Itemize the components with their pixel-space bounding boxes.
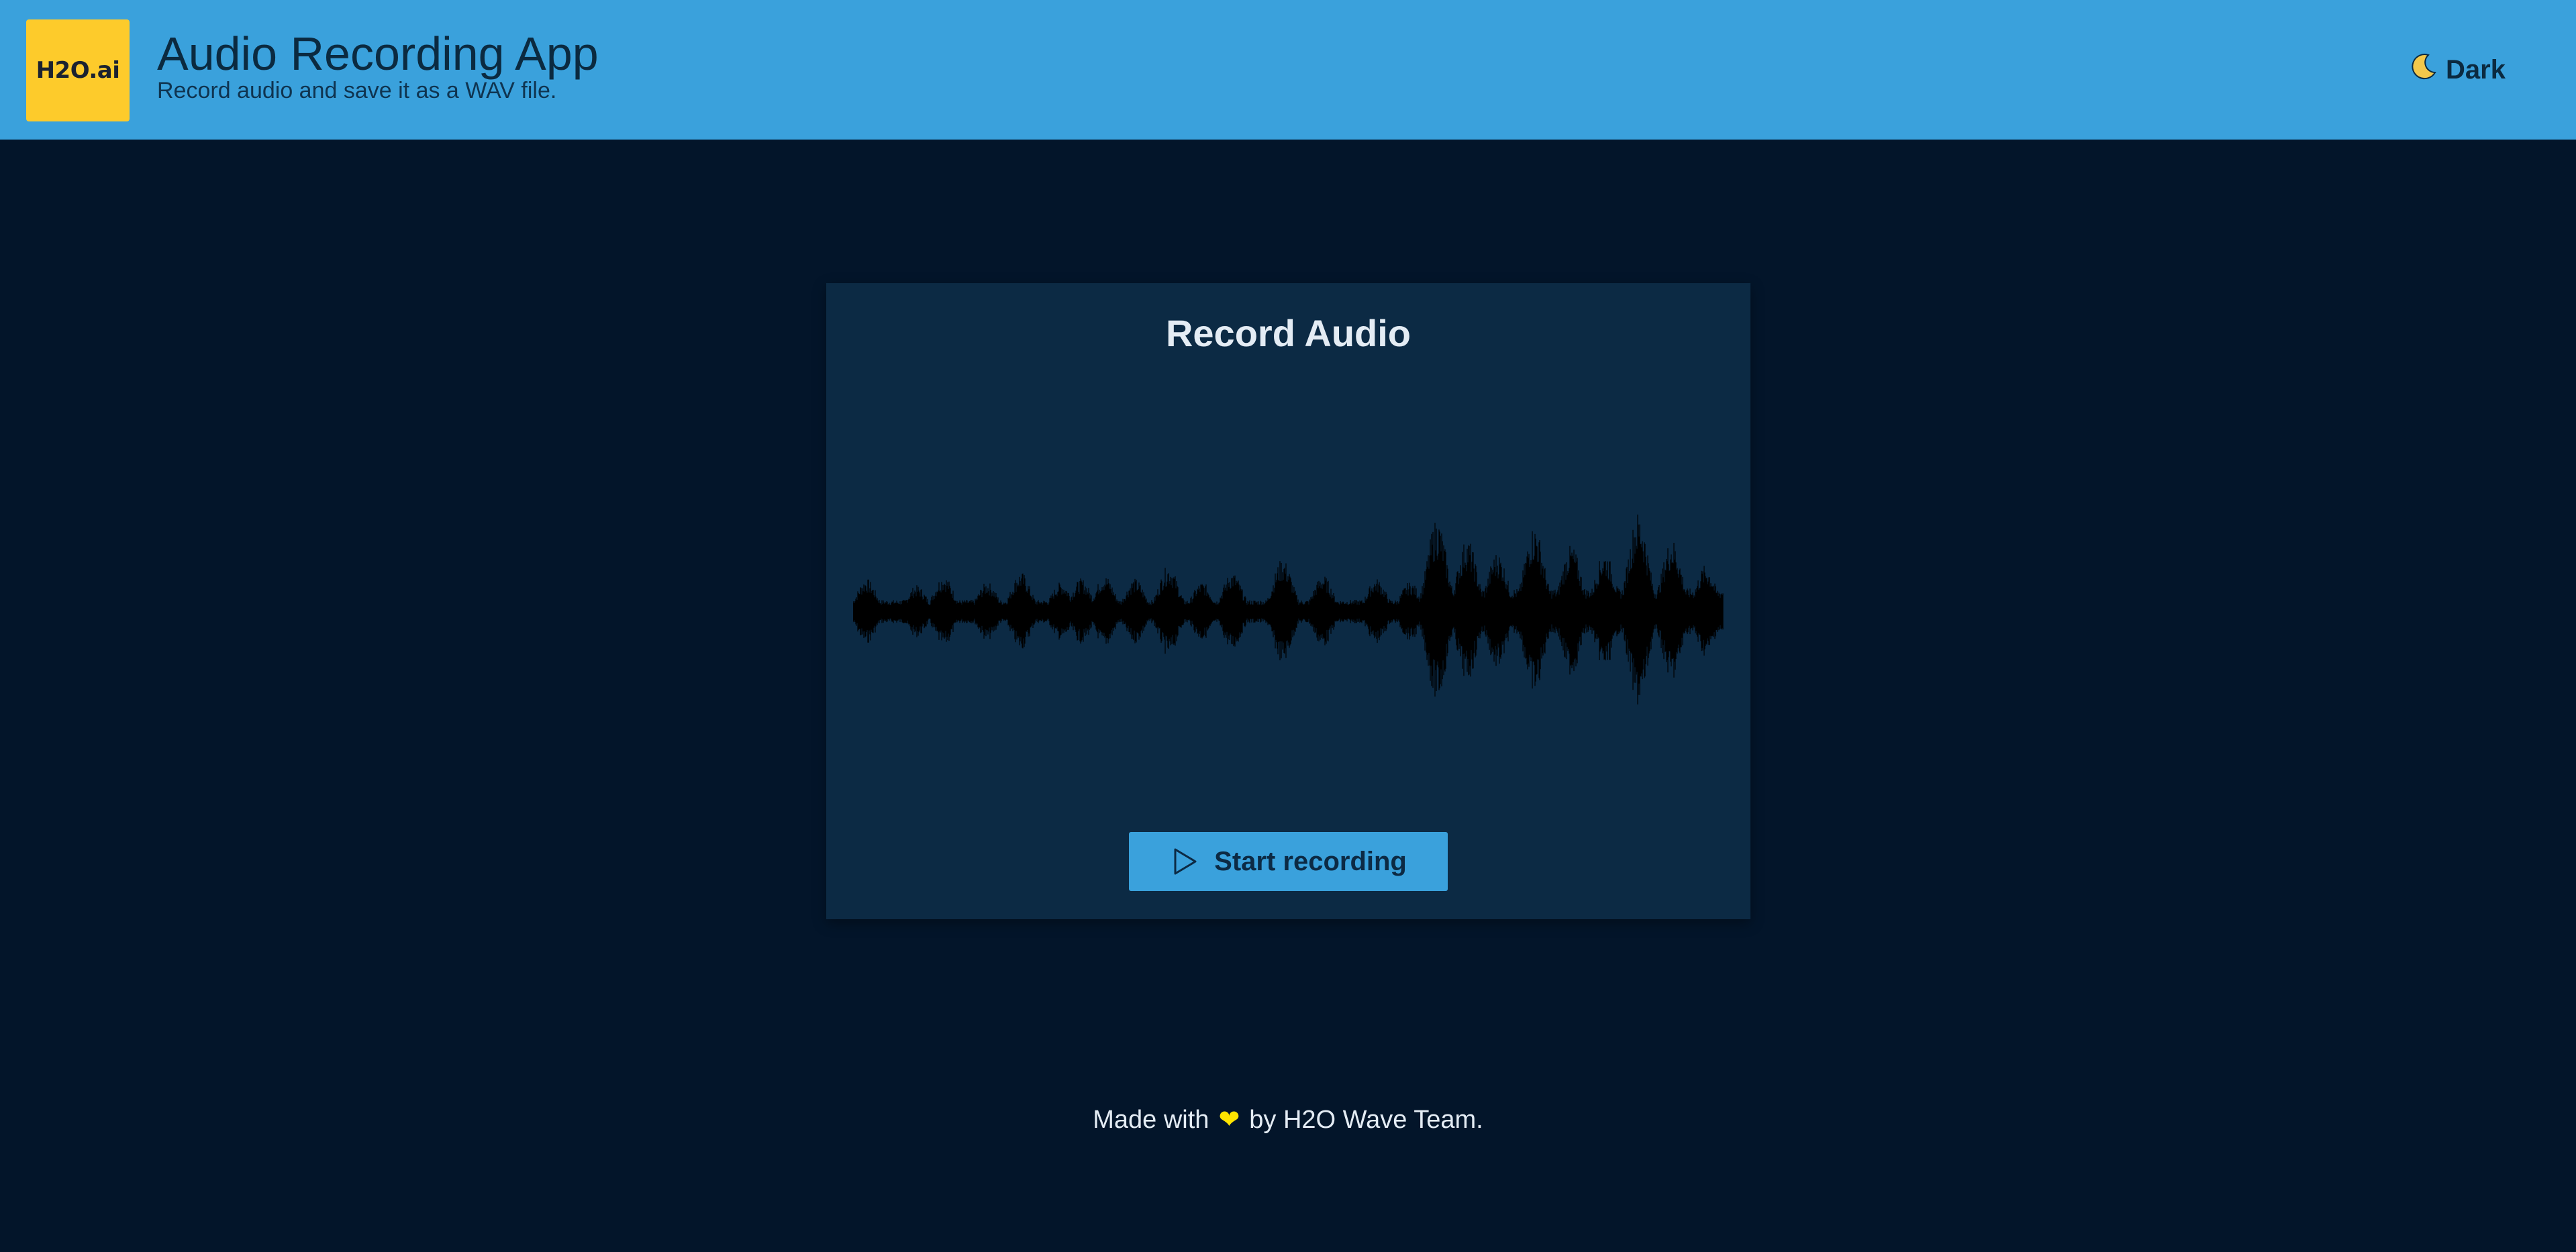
app-title: Audio Recording App <box>157 28 599 80</box>
theme-toggle-label: Dark <box>2446 54 2506 85</box>
card-title: Record Audio <box>1165 312 1411 354</box>
moon-icon <box>2408 52 2438 87</box>
footer: Made with ❤ by H2O Wave Team. <box>0 1104 2576 1135</box>
heart-icon: ❤ <box>1218 1106 1240 1134</box>
app-header: H2O.ai Audio Recording App Record audio … <box>0 0 2576 140</box>
h2o-logo[interactable]: H2O.ai <box>26 19 130 121</box>
footer-suffix: by H2O Wave Team. <box>1249 1106 1483 1134</box>
start-recording-label: Start recording <box>1214 846 1407 876</box>
theme-toggle-button[interactable]: Dark <box>2408 50 2506 90</box>
app-subtitle: Record audio and save it as a WAV file. <box>157 78 557 103</box>
play-icon <box>1174 848 1197 875</box>
record-audio-card: Record Audio Start recording <box>826 283 1750 919</box>
start-recording-button[interactable]: Start recording <box>1129 832 1448 891</box>
logo-text: H2O.ai <box>36 57 120 84</box>
footer-prefix: Made with <box>1093 1106 1209 1134</box>
audio-waveform <box>853 514 1724 705</box>
